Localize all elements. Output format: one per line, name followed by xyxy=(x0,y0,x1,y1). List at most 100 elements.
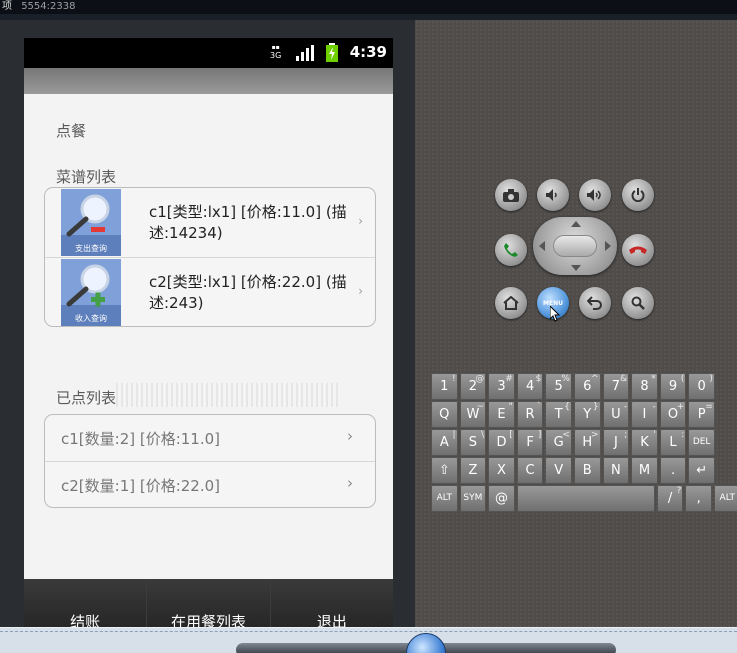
search-icon xyxy=(631,296,645,310)
end-call-button[interactable] xyxy=(622,234,654,266)
key-j[interactable]: J; xyxy=(602,429,630,456)
key-p[interactable]: P = xyxy=(688,401,715,428)
key-label: ↵ xyxy=(696,463,708,478)
key-s[interactable]: S \ xyxy=(459,429,487,456)
chevron-right-icon: › xyxy=(358,214,363,228)
key-m[interactable]: M xyxy=(631,457,658,484)
signal-icon xyxy=(296,45,314,65)
app-body: 点餐 菜谱列表 支出查询 c1[类型:lx1] [价格:11.0] (描述:14… xyxy=(24,94,393,579)
ordered-list-item[interactable]: c2[数量:1] [价格:22.0] › xyxy=(45,461,375,507)
call-button[interactable] xyxy=(495,234,527,266)
key-1[interactable]: 1! xyxy=(431,373,458,400)
home-button[interactable] xyxy=(495,287,527,319)
key-v[interactable]: V xyxy=(545,457,572,484)
key-label: S xyxy=(468,435,478,450)
key-label: A xyxy=(439,435,449,450)
key-symbol[interactable]: , xyxy=(685,485,712,512)
taskbar xyxy=(0,627,737,653)
menu-section-label: 菜谱列表 xyxy=(56,168,117,186)
emulator-window: 项 5554:2338 ▪▪ 3G 4:39 点餐 菜谱列表 支出查询 c1[类… xyxy=(0,0,737,653)
key-label: X xyxy=(497,463,506,478)
back-button[interactable] xyxy=(579,287,611,319)
key-alt-label: } xyxy=(592,402,599,412)
key-n[interactable]: N xyxy=(602,457,630,484)
key-a[interactable]: A | xyxy=(431,429,458,456)
hardware-keyboard: 1! 2 @3 #4 $5% 6 ^ 7 & 8 * 9(0) Q W ~ E " R ` T{Y} U - I - O + P =… xyxy=(431,373,737,513)
key-f[interactable]: F] xyxy=(516,429,544,456)
key-k[interactable]: K ' xyxy=(631,429,658,456)
volume-up-button[interactable] xyxy=(579,179,611,211)
dpad-center-button[interactable] xyxy=(553,235,597,257)
ordered-item-text: c1[数量:2] [价格:11.0] xyxy=(61,430,221,448)
key-symbol[interactable]: @ xyxy=(488,485,515,512)
keyboard-row: ALT SYM @ /?, ALT xyxy=(431,485,737,512)
menu-list-item[interactable]: 收入查询 c2[类型:lx1] [价格:22.0] (描述:243) › xyxy=(45,257,375,326)
key-label: , xyxy=(696,491,701,506)
key-alt-label: - xyxy=(652,402,656,412)
power-icon xyxy=(631,188,645,202)
chevron-right-icon: › xyxy=(358,284,363,298)
key-label: SYM xyxy=(463,493,483,503)
volume-down-button[interactable] xyxy=(537,179,569,211)
key-l[interactable]: L: xyxy=(659,429,687,456)
key-symbol[interactable]: ⇧ xyxy=(431,457,458,484)
key-label: Y xyxy=(583,407,592,422)
key-alt-label: : xyxy=(681,430,685,440)
expense-query-thumbnail: 支出查询 xyxy=(61,189,121,256)
volume-up-icon xyxy=(587,189,601,201)
emulator-controls-panel: MENU 1! 2 @3 #4 $5% 6 ^ 7 & 8 * 9(0) Q W ~ E " R ` T{Y} U - I… xyxy=(415,20,737,653)
key-symbol[interactable]: ↵ xyxy=(688,457,715,484)
play-button[interactable] xyxy=(406,633,446,653)
key-symbol[interactable]: /? xyxy=(656,485,684,512)
key-alt[interactable]: ALT xyxy=(713,485,737,512)
dpad-down-icon xyxy=(571,265,581,271)
key-d[interactable]: D[ xyxy=(488,429,515,456)
menu-list-item[interactable]: 支出查询 c1[类型:lx1] [价格:11.0] (描述:14234) › xyxy=(45,188,375,257)
key-alt[interactable]: ALT xyxy=(431,485,458,512)
menu-item-text: c2[类型:lx1] [价格:22.0] (描述:243) xyxy=(149,273,347,312)
key-h[interactable]: H > xyxy=(573,429,601,456)
ordered-list-item[interactable]: c1[数量:2] [价格:11.0] › xyxy=(45,415,375,461)
camera-icon xyxy=(503,188,519,202)
key-g[interactable]: G < xyxy=(545,429,572,456)
battery-charging-icon xyxy=(326,43,338,66)
key-label: ALT xyxy=(436,493,453,503)
key-c[interactable]: C xyxy=(516,457,544,484)
key-del[interactable]: DEL xyxy=(688,429,715,456)
key-alt-label: = xyxy=(705,402,713,412)
title-bar xyxy=(24,68,393,94)
key-label: M xyxy=(638,463,651,478)
key-label: . xyxy=(670,463,676,478)
key-alt-label: ] xyxy=(537,430,542,440)
search-button[interactable] xyxy=(622,287,654,319)
key-alt-label: | xyxy=(452,430,456,440)
key-label: C xyxy=(525,463,535,478)
key-label: B xyxy=(582,463,592,478)
back-icon xyxy=(587,296,602,310)
key-alt-label: ` xyxy=(536,402,542,412)
key-symbol[interactable]: . xyxy=(659,457,687,484)
key-label: V xyxy=(554,463,564,478)
key-label: N xyxy=(610,463,621,478)
power-button[interactable] xyxy=(622,179,654,211)
key-alt-label: * xyxy=(651,374,656,384)
thumbnail-caption: 支出查询 xyxy=(75,244,107,253)
key-alt-label: & xyxy=(620,374,628,384)
key-label: ALT xyxy=(719,493,735,503)
network-type-label: 3G xyxy=(270,51,282,60)
taskbar-divider xyxy=(0,631,737,632)
key-sym[interactable]: SYM xyxy=(459,485,487,512)
key-alt-label: ! xyxy=(451,374,456,384)
key-alt-label: ; xyxy=(624,430,628,440)
end-call-icon xyxy=(629,246,647,254)
key-z[interactable]: Z xyxy=(459,457,487,484)
key-x[interactable]: X xyxy=(488,457,515,484)
key-label: 0 xyxy=(697,379,706,394)
key-b[interactable]: B xyxy=(573,457,601,484)
window-title-bar: 项 5554:2338 xyxy=(0,0,737,14)
key-alt-label: ~ xyxy=(476,402,485,412)
key-space[interactable] xyxy=(516,485,655,512)
dpad[interactable] xyxy=(533,217,617,275)
ordered-list: c1[数量:2] [价格:11.0] › c2[数量:1] [价格:22.0] … xyxy=(44,414,376,508)
camera-button[interactable] xyxy=(495,179,527,211)
